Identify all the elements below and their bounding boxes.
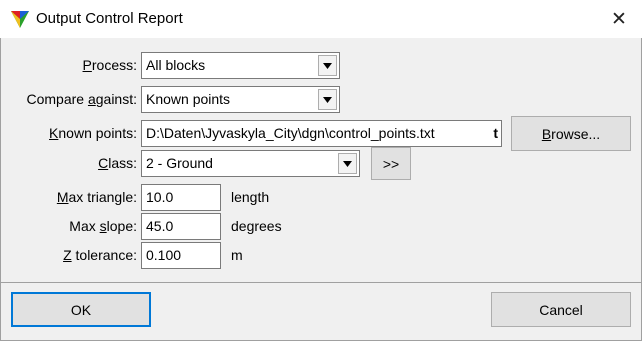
compare-against-value: Known points [146,91,231,107]
known-points-overflow: t [493,125,498,141]
footer-divider [0,282,642,283]
close-icon[interactable]: ✕ [596,0,642,38]
app-triangle-icon [10,9,30,29]
max-slope-unit: degrees [231,218,282,234]
max-triangle-label: Max triangle: [56,189,137,205]
max-slope-field[interactable]: 45.0 [141,213,221,240]
max-triangle-field[interactable]: 10.0 [141,184,221,211]
title-bar: Output Control Report ✕ [0,0,642,38]
known-points-label: Known points: [49,125,137,141]
ok-button[interactable]: OK [11,292,151,327]
z-tolerance-label: Z tolerance: [63,247,137,263]
class-label: Class: [98,155,137,171]
cancel-button[interactable]: Cancel [491,292,631,327]
process-label: Process: [82,57,137,73]
max-triangle-unit: length [231,189,270,205]
max-slope-label: Max slope: [69,218,137,234]
compare-against-label: Compare against: [26,91,137,107]
chevron-down-icon[interactable] [338,153,357,174]
max-slope-value: 45.0 [146,218,174,234]
process-value: All blocks [146,57,206,73]
browse-button[interactable]: Browse... [511,116,631,151]
process-select[interactable]: All blocks [141,52,340,79]
class-picker-button[interactable]: >> [371,147,411,180]
compare-against-select[interactable]: Known points [141,86,340,113]
class-select[interactable]: 2 - Ground [141,150,360,177]
known-points-value: D:\Daten\Jyvaskyla_City\dgn\control_poin… [146,125,435,141]
window-title: Output Control Report [36,10,183,27]
z-tolerance-field[interactable]: 0.100 [141,242,221,269]
known-points-field[interactable]: D:\Daten\Jyvaskyla_City\dgn\control_poin… [141,120,502,147]
z-tolerance-value: 0.100 [146,247,182,263]
chevron-down-icon[interactable] [318,89,337,110]
chevron-down-icon[interactable] [318,55,337,76]
z-tolerance-unit: m [231,247,243,263]
class-value: 2 - Ground [146,155,213,171]
max-triangle-value: 10.0 [146,189,174,205]
